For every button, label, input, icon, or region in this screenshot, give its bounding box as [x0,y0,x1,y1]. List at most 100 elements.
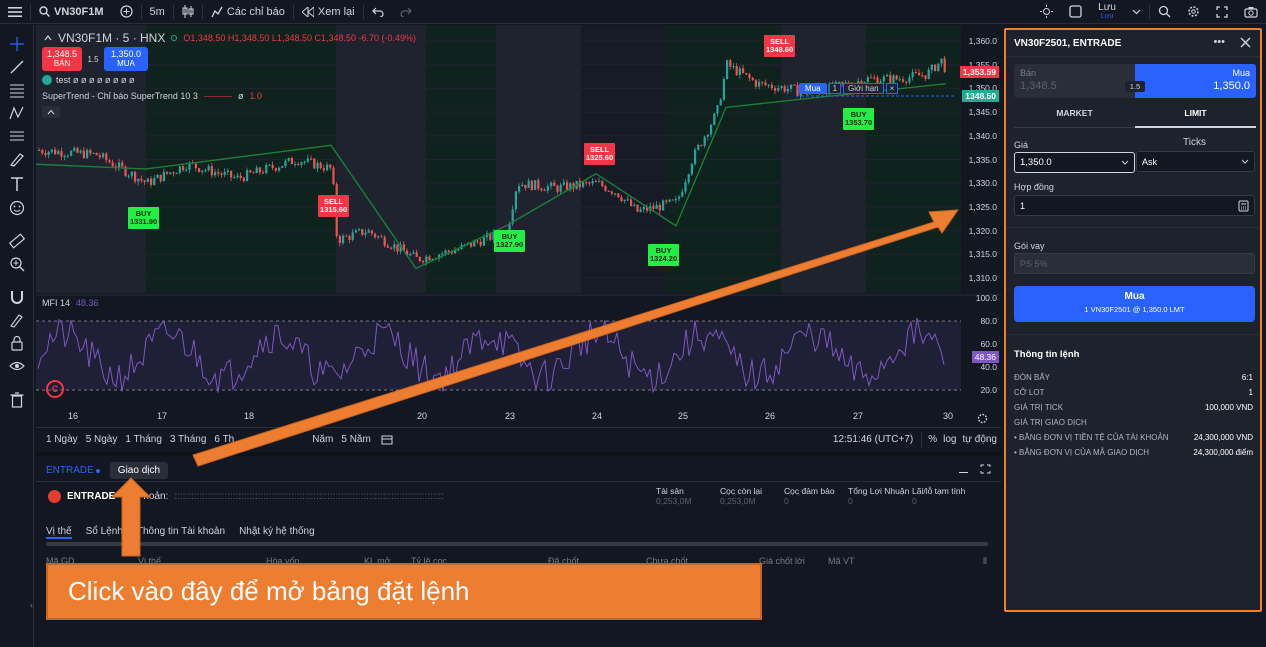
buy-signal: BUY 1327.90 [494,230,526,252]
bottom-tab[interactable]: Sổ Lệnh [86,526,123,539]
legend-collapse-button[interactable] [42,106,60,118]
brush-tool[interactable] [8,150,26,168]
trade-tab-button[interactable]: Giao dịch [109,462,169,479]
quick-sell-button[interactable]: 1,348.5 BÁN [42,47,82,71]
ruler-tool[interactable] [8,232,26,250]
quick-buy-button[interactable]: 1,350.0 MUA [104,47,148,71]
order-line-tag[interactable]: Mua 1 Giới hạn × [799,83,899,94]
bottom-tab[interactable]: Vị thế [46,526,72,539]
bottom-tab[interactable]: Thông tin Tài khoản [137,526,225,539]
replay-button[interactable]: Xem lại [294,0,363,24]
time-tick: 18 [244,411,255,421]
range-button[interactable]: 1 Ngày [46,434,78,445]
mfi-legend[interactable]: MFI 14 48.36 [42,298,99,308]
candle-body [562,182,565,185]
candle-body [89,149,92,154]
auto-toggle[interactable]: tự động [963,434,998,445]
collapse-arrow-icon[interactable] [44,34,52,42]
screenshot-button[interactable] [1236,0,1266,24]
save-button[interactable]: Lưu Lưu [1090,0,1124,24]
candle-body [428,256,431,261]
candle-body [556,185,559,192]
date-range-icon[interactable] [381,434,393,445]
log-toggle[interactable]: log [943,434,956,445]
crosshair-tool[interactable] [8,35,26,53]
undo-button[interactable] [364,0,392,24]
candle-body [620,197,623,202]
trendline-tool[interactable] [8,58,26,76]
candle-body [66,155,69,157]
candle-body [918,72,921,76]
layout-button[interactable] [1061,0,1090,24]
loan-input[interactable]: PS 5% [1014,253,1255,274]
maximize-icon[interactable] [980,464,991,474]
indicators-button[interactable]: Các chỉ báo [203,0,293,24]
columns-icon[interactable]: ⦀ [983,556,987,567]
candle-body [534,180,537,190]
fullscreen-button[interactable] [1208,0,1236,24]
candle-body [870,77,873,79]
pattern-tool[interactable] [8,104,26,122]
range-button[interactable]: Năm [312,434,333,445]
interval-button[interactable]: 5m [142,0,173,24]
tab-limit[interactable]: LIMIT [1135,108,1256,128]
chart-type-button[interactable] [174,0,202,24]
info-value: 24,300,000 VND [1193,433,1253,442]
zoom-tool[interactable] [8,255,26,273]
delete-tool[interactable] [8,391,26,409]
panel-sell-button[interactable]: Bán 1,348.5 [1014,64,1135,98]
ticks-select[interactable]: Ask [1136,151,1255,172]
compare-button[interactable] [112,0,141,24]
candle-body [281,165,284,168]
menu-button[interactable] [0,0,30,24]
price-input[interactable]: 1,350.0 [1014,152,1135,173]
range-button[interactable]: 1 Tháng [125,434,162,445]
range-button[interactable]: 3 Tháng [170,434,207,445]
text-tool[interactable] [8,175,26,193]
price-tick: 1,340.0 [968,130,997,141]
theme-button[interactable] [1032,0,1061,24]
candle-body [662,200,665,211]
candle-body [738,68,741,75]
chevron-down-icon [1132,9,1141,14]
more-options-icon[interactable]: ••• [1213,36,1225,48]
contract-input[interactable]: 1 [1014,195,1255,216]
order-line-close-icon[interactable]: × [885,83,899,94]
submit-order-button[interactable]: Mua 1 VN30F2501 @ 1,350.0 LMT [1014,286,1255,322]
lock-tool[interactable] [8,334,26,352]
candle-body [786,88,789,92]
redo-button[interactable] [392,0,420,24]
indicator-supertrend[interactable]: SuperTrend - Chỉ báo SuperTrend 10 3 ø 1… [42,91,262,101]
supertrend-swatch [203,96,232,97]
broker-tab[interactable]: ENTRADE [46,465,94,476]
axis-settings-button[interactable] [977,413,988,427]
panel-buy-button[interactable]: Mua 1,350.0 [1135,64,1256,98]
percent-toggle[interactable]: % [928,434,937,445]
settings-button[interactable] [1179,0,1208,24]
minimize-icon[interactable] [959,472,968,473]
magnet-tool[interactable] [8,288,26,306]
range-button[interactable]: 5 Năm [341,434,370,445]
candle-body [118,162,121,168]
save-dropdown-button[interactable] [1124,0,1149,24]
quick-search-button[interactable] [1150,0,1179,24]
fib-tool[interactable] [8,81,26,99]
range-button[interactable]: 6 Th [214,434,234,445]
calculator-icon[interactable] [1238,200,1249,212]
order-price-label: 1348.50 [962,90,999,102]
indicator-test[interactable]: test ø ø ø ø ø ø ø ø [42,75,135,85]
visibility-tool[interactable] [8,357,26,375]
bottom-tab[interactable]: Nhật ký hệ thống [239,526,315,539]
candle-body [761,81,764,83]
candle-body [38,150,41,152]
contract-label: Hợp đồng [1014,182,1054,192]
candle-body [668,199,671,202]
emoji-tool[interactable] [8,199,26,217]
tab-market[interactable]: MARKET [1014,108,1135,128]
projection-tool[interactable] [8,127,26,145]
chart-area[interactable]: VN30F1M · 5 · HNX O1,348.50 H1,348.50 L1… [36,25,1001,451]
symbol-search-button[interactable]: VN30F1M [31,0,112,24]
close-icon[interactable] [1240,37,1251,48]
range-button[interactable]: 5 Ngày [86,434,118,445]
lock-drawing-tool[interactable] [8,311,26,329]
